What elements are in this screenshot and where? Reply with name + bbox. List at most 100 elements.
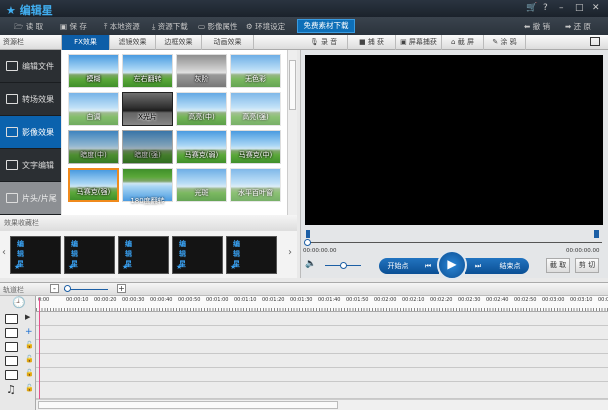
screen-capture-tab[interactable]: ▣ 屏幕捕获 <box>396 35 442 50</box>
sidebar-item-text[interactable]: 文字编辑 <box>0 149 61 182</box>
effect-thumb[interactable]: 马赛克(中) <box>230 130 281 164</box>
ruler-label: 00:02:40 <box>486 297 509 303</box>
settings-button[interactable]: ⚙ 环境设定 <box>246 21 285 32</box>
add-track-icon[interactable]: + <box>25 327 33 337</box>
help-icon[interactable]: ? <box>543 3 548 13</box>
effect-thumb[interactable]: 暗度(中) <box>68 130 119 164</box>
sidebar-item-transition[interactable]: 转场效果 <box>0 83 61 116</box>
effect-thumb[interactable]: 左右翻转 <box>122 54 173 88</box>
track-row[interactable] <box>36 354 608 368</box>
zoom-in-button[interactable]: + <box>117 284 126 293</box>
film-icon <box>6 61 18 71</box>
effect-thumb[interactable]: X光片 <box>122 92 173 126</box>
close-icon[interactable]: ✕ <box>592 3 600 13</box>
ruler-label: 00:03:10 <box>570 297 593 303</box>
paint-tab[interactable]: ✎ 涂 鸦 <box>484 35 526 50</box>
ruler-label: 00:01:30 <box>290 297 313 303</box>
bin-item[interactable]: ★ 编辑星 <box>172 236 223 274</box>
screenshot-tab[interactable]: ⌂ 截 屏 <box>442 35 484 50</box>
bin-item[interactable]: ★ 编辑星 <box>10 236 61 274</box>
lock-icon[interactable]: 🔓 <box>25 341 34 349</box>
maximize-icon[interactable]: □ <box>575 3 584 13</box>
clock-icon: 🕘 <box>12 296 26 309</box>
tab-border[interactable]: 边框效果 <box>156 35 202 50</box>
sidebar-item-intro-outro[interactable]: 片头/片尾 <box>0 182 61 215</box>
volume-icon[interactable]: 🔈 <box>305 259 316 269</box>
prev-button[interactable]: ⏮ <box>417 258 439 274</box>
lock-icon[interactable]: 🔓 <box>25 369 34 377</box>
free-download-button[interactable]: 免费素材下载 <box>297 19 355 33</box>
effect-thumb-selected[interactable]: 马赛克(强) <box>68 168 119 202</box>
bin-item[interactable]: ★ 编辑星 <box>64 236 115 274</box>
resource-panel-label: 资源栏 <box>0 35 62 50</box>
total-time: 00:00:00.00 <box>566 248 600 254</box>
end-marker[interactable] <box>594 230 599 238</box>
title-bar: ★ 编辑星 🛒 ? – □ ✕ <box>0 0 608 17</box>
track-row[interactable] <box>36 340 608 354</box>
tab-animation[interactable]: 动画效果 <box>202 35 254 50</box>
timeline-scrollbar[interactable] <box>36 399 608 410</box>
record-audio-tab[interactable]: 🎙 录 音 <box>300 35 348 50</box>
zoom-out-button[interactable]: - <box>50 284 59 293</box>
image-properties-button[interactable]: ▭ 影像属性 <box>198 21 237 32</box>
read-button[interactable]: 🗁 读 取 <box>14 21 43 34</box>
app-title: ★ 编辑星 <box>6 4 53 17</box>
redo-button[interactable]: ➡ 还 原 <box>565 21 591 32</box>
effect-thumb[interactable]: 马赛克(弱) <box>176 130 227 164</box>
next-button[interactable]: ⏭ <box>465 258 491 274</box>
effect-thumb[interactable]: 水平百叶窗 <box>230 168 281 202</box>
effect-thumb[interactable]: 光斑 <box>176 168 227 202</box>
tab-filter[interactable]: 滤镜效果 <box>110 35 156 50</box>
clip-button[interactable]: 剪 切 <box>575 258 599 273</box>
ruler-label: 00:02:10 <box>402 297 425 303</box>
fullscreen-icon[interactable] <box>590 37 600 46</box>
track-row[interactable] <box>36 368 608 382</box>
resource-download-button[interactable]: ⤓ 资源下载 <box>152 21 188 32</box>
end-point-button[interactable]: 结束点 <box>491 258 529 274</box>
capture-tab[interactable]: ■ 捕 获 <box>348 35 396 50</box>
save-button[interactable]: ▣ 保 存 <box>60 21 87 32</box>
tab-fx[interactable]: FX效果 <box>62 35 110 50</box>
minimize-icon[interactable]: – <box>559 3 564 13</box>
start-point-button[interactable]: 开始点 <box>379 258 417 274</box>
effect-thumb[interactable]: 暗度(强) <box>122 130 173 164</box>
chevron-left-icon[interactable]: ‹ <box>2 247 6 258</box>
effect-thumb[interactable]: 模糊 <box>68 54 119 88</box>
cut-out-button[interactable]: 截 取 <box>546 258 570 273</box>
effect-thumb[interactable]: 白调 <box>68 92 119 126</box>
ruler-label: 00:01:50 <box>346 297 369 303</box>
lock-icon[interactable]: 🔓 <box>25 355 34 363</box>
music-track-icon: ♫ <box>6 383 16 396</box>
sidebar-item-edit-file[interactable]: 编辑文件 <box>0 50 61 83</box>
lock-icon[interactable]: 🔓 <box>25 384 34 392</box>
play-button[interactable]: ▶ <box>437 250 467 280</box>
effect-thumb[interactable]: 高亮(强) <box>230 92 281 126</box>
timeline-ruler[interactable]: 0:00 00:00:10 00:00:20 00:00:30 00:00:40 00:0… <box>36 296 608 312</box>
video-track-icon <box>5 314 18 324</box>
bin-item[interactable]: ★ 编辑星 <box>118 236 169 274</box>
chevron-right-icon[interactable]: › <box>288 247 292 258</box>
track-row[interactable] <box>36 326 608 340</box>
local-resource-button[interactable]: ⤒ 本地资源 <box>104 21 140 32</box>
scroll-thumb[interactable] <box>38 401 338 409</box>
timeline-label: 轨道栏 <box>3 286 24 294</box>
sidebar-item-image-effects[interactable]: 影像效果 <box>0 116 61 149</box>
bin-item[interactable]: ★ 编辑星 <box>226 236 277 274</box>
effects-scrollbar[interactable] <box>287 50 297 215</box>
track-row[interactable] <box>36 382 608 399</box>
expand-icon[interactable]: ▶ <box>25 313 30 321</box>
progress-handle[interactable] <box>304 239 311 246</box>
effect-thumb[interactable]: 高亮(中) <box>176 92 227 126</box>
progress-track[interactable] <box>307 242 602 243</box>
start-marker[interactable] <box>306 230 310 238</box>
playhead[interactable] <box>39 298 40 410</box>
volume-handle[interactable] <box>340 262 347 269</box>
undo-button[interactable]: ⬅ 撤 销 <box>524 21 550 32</box>
effect-thumb[interactable]: 无色彩 <box>230 54 281 88</box>
cart-icon[interactable]: 🛒 <box>526 3 537 13</box>
video-preview <box>305 55 603 225</box>
zoom-handle[interactable] <box>64 285 71 292</box>
scroll-thumb[interactable] <box>289 60 296 110</box>
track-row[interactable] <box>36 312 608 326</box>
effect-thumb[interactable]: 灰阶 <box>176 54 227 88</box>
